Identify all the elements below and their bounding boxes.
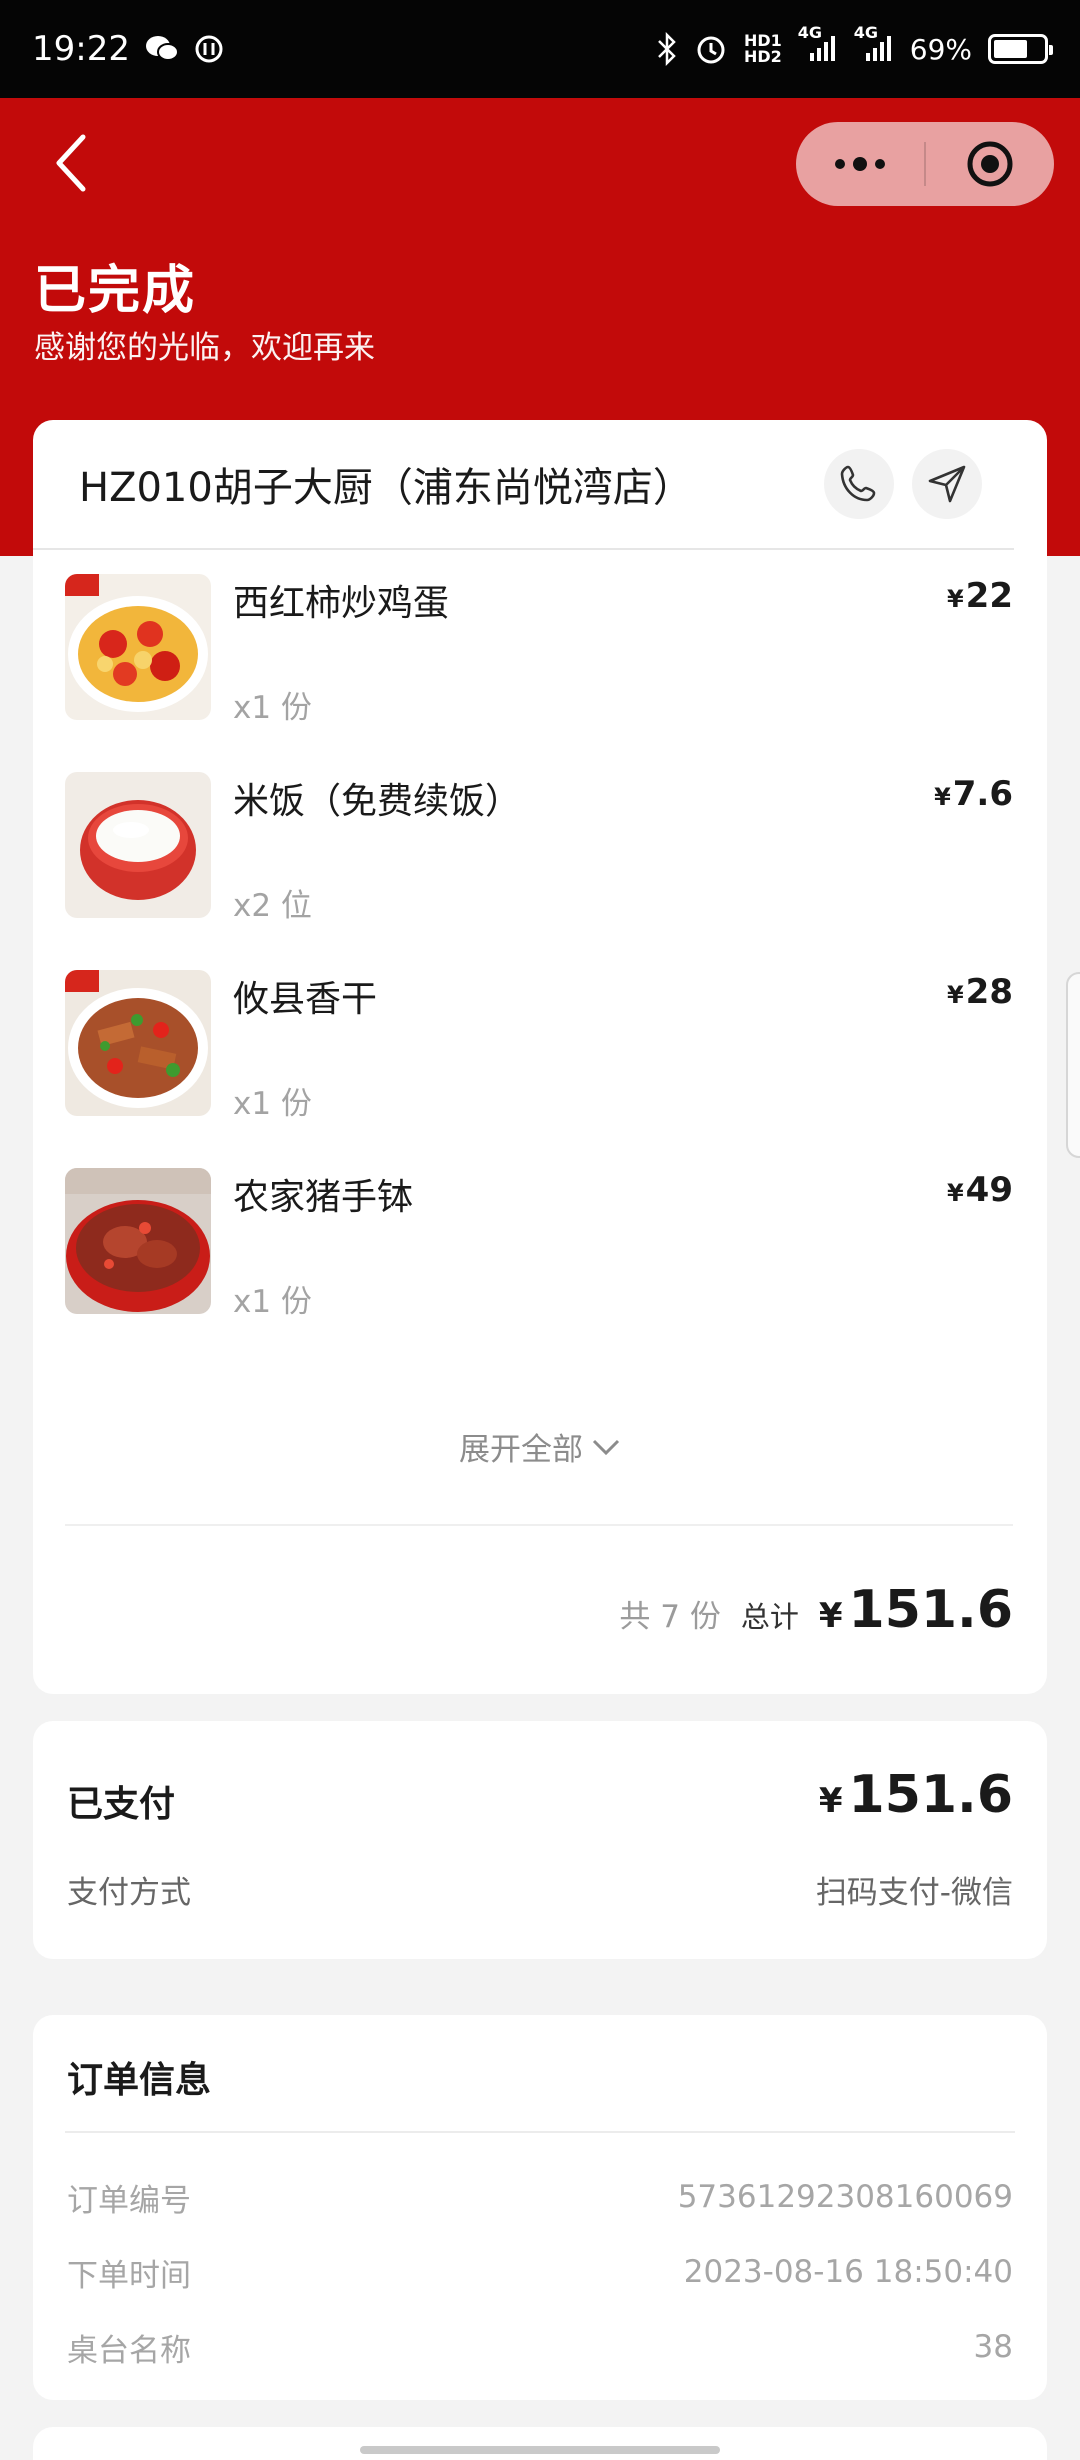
item-price: ¥22 [947,576,1013,616]
battery-percent: 69% [909,32,972,66]
dish-photo-tomato-egg [65,574,211,720]
chevron-left-icon [56,134,86,192]
payment-value: 151.6 [848,1765,1013,1825]
status-bar: 19:22 HD1 HD2 4G 4G 69% [0,0,1080,98]
item-quantity: x1 份 [233,690,312,726]
wechat-icon [144,34,180,64]
divider [65,2131,1015,2133]
more-dots-icon [835,157,885,171]
item-count: 共 7 份 [619,1599,721,1635]
list-item[interactable]: 攸县香干 x1 份 ¥28 [33,966,1047,1164]
currency-symbol: ¥ [946,1179,964,1207]
next-card [33,2427,1047,2460]
home-indicator[interactable] [360,2446,720,2454]
item-price-value: 28 [965,972,1013,1012]
item-quantity: x2 位 [233,888,312,924]
item-price: ¥7.6 [934,774,1013,814]
payment-status: 已支付 [67,1784,176,1825]
info-value: 2023-08-16 18:50:40 [683,2254,1013,2290]
payment-method-label: 支付方式 [67,1875,191,1911]
currency-symbol: ¥ [934,783,951,811]
page-title: 已完成 [34,261,197,321]
phone-icon [840,465,876,502]
expand-all-button[interactable]: 展开全部 [33,1424,1047,1469]
item-name: 西红柿炒鸡蛋 [233,583,450,624]
currency-symbol: ¥ [818,1596,843,1636]
info-label: 桌台名称 [67,2332,191,2369]
currency-symbol: ¥ [946,981,964,1009]
total-label: 总计 [740,1600,799,1634]
alarm-icon [694,32,728,66]
currency-symbol: ¥ [946,585,964,613]
page-subtitle: 感谢您的光临，欢迎再来 [34,330,375,366]
battery-icon [988,34,1053,64]
item-price: ¥28 [947,972,1013,1012]
navigate-button[interactable] [912,449,982,519]
info-value: 38 [973,2329,1013,2365]
order-total: 共 7 份 总计 ¥151.6 [619,1580,1013,1640]
item-name: 农家猪手钵 [233,1177,414,1218]
divider [65,1524,1013,1526]
back-button[interactable] [36,128,106,198]
currency-symbol: ¥ [818,1781,843,1821]
item-list: 西红柿炒鸡蛋 x1 份 ¥22 米饭（免费续饭） x2 位 ¥7.6 攸县香干 … [33,550,1047,1362]
dish-photo-rice [65,772,211,918]
store-name[interactable]: HZ010胡子大厨（浦东尚悦湾店） [79,455,693,513]
info-label: 下单时间 [67,2257,191,2294]
item-price-value: 49 [965,1170,1013,1210]
order-number-row: 订单编号 57361292308160069 [67,2173,1013,2221]
status-time: 19:22 [32,29,130,69]
item-price: ¥49 [947,1170,1013,1210]
call-button[interactable] [824,449,894,519]
list-item[interactable]: 西红柿炒鸡蛋 x1 份 ¥22 [33,570,1047,768]
item-quantity: x1 份 [233,1086,312,1122]
signal-icon: 4G [798,23,838,63]
order-card: HZ010胡子大厨（浦东尚悦湾店） 西红柿炒鸡蛋 x1 份 ¥22 米饭（免费续… [33,420,1047,1694]
miniapp-capsule [796,122,1054,206]
target-close-icon [967,141,1013,187]
total-value: 151.6 [848,1580,1013,1640]
expand-all-label: 展开全部 [459,1432,583,1468]
info-label: 订单编号 [67,2182,191,2219]
order-info-title: 订单信息 [67,2060,212,2101]
chevron-down-icon [592,1439,620,1455]
sync-icon [194,34,224,64]
list-item[interactable]: 米饭（免费续饭） x2 位 ¥7.6 [33,768,1047,966]
item-quantity: x1 份 [233,1284,312,1320]
more-button[interactable] [796,122,924,206]
table-name-row: 桌台名称 38 [67,2323,1013,2371]
navigation-arrow-icon [928,465,966,503]
payment-card: 已支付 ¥151.6 支付方式 扫码支付-微信 [33,1721,1047,1959]
signal-label-1: 4G [797,23,823,42]
close-miniapp-button[interactable] [926,122,1054,206]
item-price-value: 22 [965,576,1013,616]
dish-photo-dried-tofu [65,970,211,1116]
order-time-row: 下单时间 2023-08-16 18:50:40 [67,2248,1013,2296]
total-amount: ¥151.6 [819,1580,1013,1640]
signal-icon-2: 4G [854,23,894,63]
store-row: HZ010胡子大厨（浦东尚悦湾店） [33,420,1014,550]
payment-amount: ¥151.6 [819,1765,1013,1825]
bluetooth-icon [656,32,678,66]
payment-method-value: 扫码支付-微信 [815,1875,1013,1911]
dish-photo-pork-trotter [65,1168,211,1314]
list-item[interactable]: 农家猪手钵 x1 份 ¥49 [33,1164,1047,1362]
info-value[interactable]: 57361292308160069 [678,2179,1013,2215]
item-price-value: 7.6 [952,774,1013,814]
item-name: 米饭（免费续饭） [233,781,522,822]
network-hd-label: HD1 HD2 [743,31,782,66]
signal-label-2: 4G [853,23,879,42]
edge-handle[interactable] [1066,972,1080,1158]
item-name: 攸县香干 [233,979,378,1020]
order-info-card: 订单信息 订单编号 57361292308160069 下单时间 2023-08… [33,2015,1047,2400]
